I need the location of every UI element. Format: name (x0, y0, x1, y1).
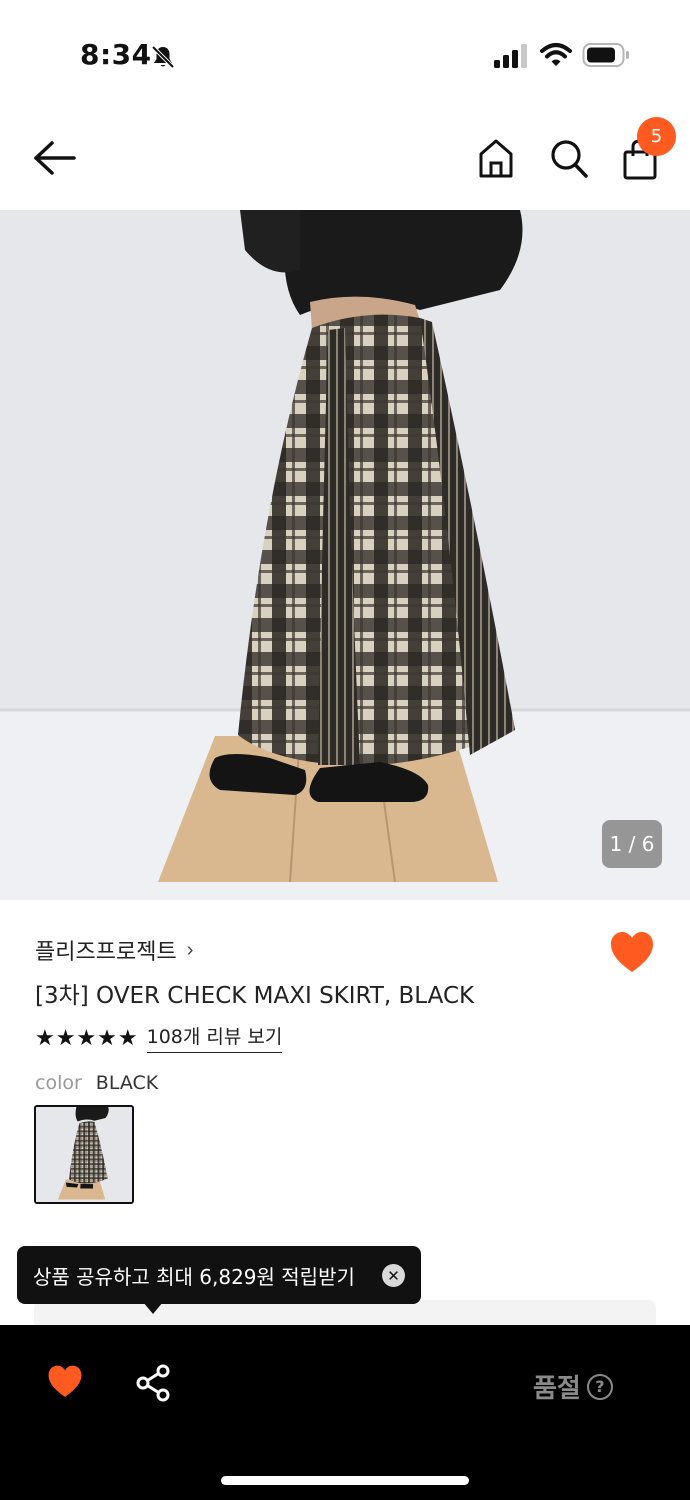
heart-icon[interactable] (46, 1364, 84, 1400)
battery-icon (582, 43, 629, 67)
color-label: color (35, 1072, 82, 1094)
help-icon[interactable]: ? (586, 1373, 613, 1400)
product-title: [3차] OVER CHECK MAXI SKIRT, BLACK (35, 983, 475, 1009)
color-option-thumbnail[interactable] (34, 1105, 134, 1204)
color-row: color BLACK (35, 1072, 158, 1094)
status-time: 8:34 (80, 38, 152, 71)
close-icon[interactable]: ✕ (382, 1264, 405, 1287)
color-value: BLACK (95, 1072, 159, 1094)
product-image[interactable] (0, 210, 690, 900)
home-indicator (221, 1476, 469, 1485)
sold-out-status: 품절 ? (533, 1368, 613, 1405)
cellular-signal-icon (494, 44, 527, 68)
top-nav-bar (0, 110, 690, 210)
back-arrow-icon[interactable] (30, 138, 80, 178)
share-icon[interactable] (135, 1364, 171, 1402)
status-bar: 8:34 (0, 0, 690, 110)
heart-icon[interactable] (608, 930, 656, 976)
tooltip-arrow (143, 1302, 163, 1314)
brand-link[interactable]: 플리즈프로젝트 › (35, 934, 193, 966)
product-photo-illustration (0, 210, 690, 900)
image-counter: 1 / 6 (602, 820, 662, 868)
wifi-icon (540, 43, 572, 66)
star-rating: ★★★★★ (35, 1024, 139, 1050)
tooltip-text: 상품 공유하고 최대 6,829원 적립받기 (33, 1264, 355, 1289)
chevron-right-icon: › (186, 938, 194, 961)
search-icon[interactable] (548, 136, 590, 180)
bottom-action-bar (0, 1325, 690, 1500)
home-icon[interactable] (476, 136, 516, 180)
bell-slash-icon (151, 45, 175, 69)
thumbnail-illustration (36, 1107, 132, 1202)
cart-count-badge: 5 (637, 117, 676, 156)
share-reward-tooltip: 상품 공유하고 최대 6,829원 적립받기 (17, 1246, 421, 1304)
sold-out-label: 품절 (533, 1374, 581, 1404)
rating-row: ★★★★★ 108개 리뷰 보기 (35, 1022, 283, 1053)
reviews-link[interactable]: 108개 리뷰 보기 (146, 1022, 283, 1053)
brand-name: 플리즈프로젝트 (35, 940, 177, 965)
